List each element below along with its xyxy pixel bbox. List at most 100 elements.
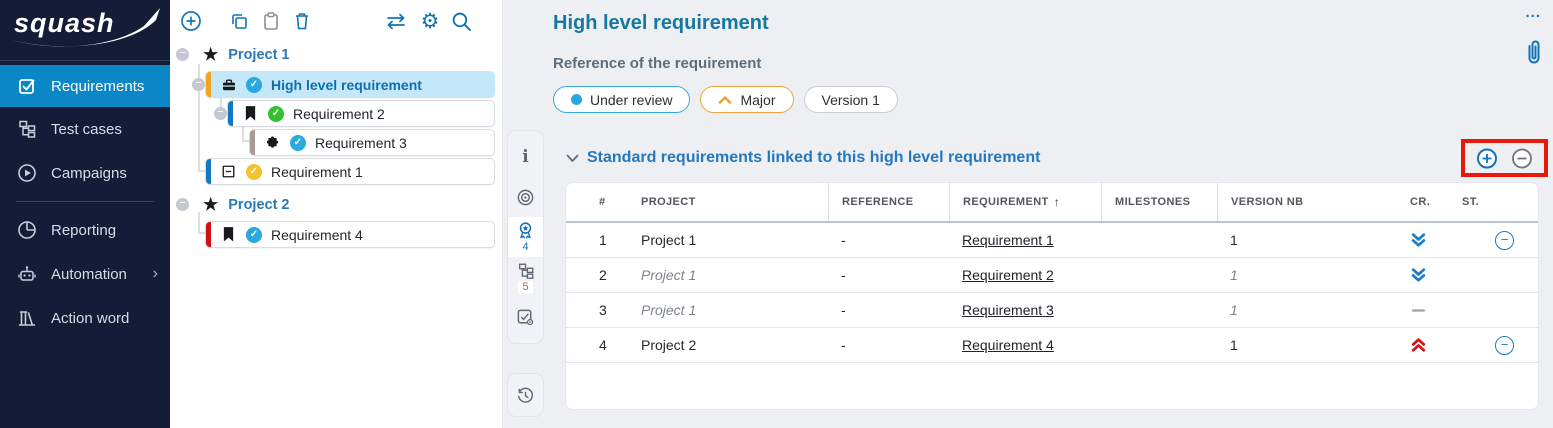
tree-settings-button[interactable]: ⚙ <box>417 8 443 34</box>
status-check-icon: ✓ <box>290 135 306 151</box>
search-icon <box>451 11 472 32</box>
sort-ascending-icon: ↑ <box>1054 195 1060 209</box>
sidebar-item-label: Test cases <box>51 121 122 138</box>
squash-app: squash Requirements Test cases <box>0 0 1553 428</box>
tree-node-requirement-1[interactable]: ✓ Requirement 1 <box>205 158 495 185</box>
collapse-toggle[interactable]: − <box>176 48 189 61</box>
swap-view-button[interactable] <box>383 8 409 34</box>
swap-arrows-icon <box>384 11 408 31</box>
tree-node-high-level-requirement[interactable]: ✓ High level requirement <box>205 71 495 98</box>
criticality-chip-major[interactable]: Major <box>700 86 793 113</box>
chip-label: Major <box>740 92 775 108</box>
chip-label: Under review <box>590 92 672 108</box>
row-project: Project 2 <box>628 337 828 353</box>
ellipsis-icon: ... <box>1525 4 1541 21</box>
status-check-icon: ✓ <box>246 227 262 243</box>
paste-button[interactable] <box>258 8 284 34</box>
award-rosette-icon <box>516 221 535 240</box>
tree-node-label: High level requirement <box>271 77 422 93</box>
sidebar-item-campaigns[interactable]: Campaigns <box>0 151 170 195</box>
status-check-icon: ✓ <box>246 164 262 180</box>
row-version: 1 <box>1217 337 1397 353</box>
sidebar-item-automation[interactable]: Automation › <box>0 252 170 296</box>
row-num: 3 <box>586 302 628 318</box>
requirement-link[interactable]: Requirement 2 <box>962 267 1054 283</box>
status-chip-under-review[interactable]: Under review <box>553 86 690 113</box>
delete-button[interactable] <box>289 8 315 34</box>
sidebar-item-test-cases[interactable]: Test cases <box>0 107 170 151</box>
tree-node-requirement-4[interactable]: ✓ Requirement 4 <box>205 221 495 248</box>
collapse-toggle[interactable]: − <box>214 107 227 120</box>
chevron-up-icon <box>718 95 732 105</box>
tree-node-requirement-2[interactable]: ✓ Requirement 2 <box>227 100 495 127</box>
verifying-test-cases-anchor[interactable]: 4 <box>508 217 543 257</box>
gear-icon: ⚙ <box>421 11 440 32</box>
row-version: 1 <box>1217 267 1397 283</box>
tree-node-label: Requirement 2 <box>293 106 385 122</box>
requirement-detail-panel: High level requirement ... Reference of … <box>503 0 1553 428</box>
target-anchor[interactable] <box>508 177 543 217</box>
automation-robot-icon <box>17 264 37 284</box>
project-color-bar <box>206 222 211 247</box>
tree-node-label: Project 1 <box>228 47 289 63</box>
requirement-link[interactable]: Requirement 4 <box>962 337 1054 353</box>
requirement-link[interactable]: Requirement 3 <box>962 302 1054 318</box>
history-anchor[interactable] <box>508 375 543 415</box>
sidebar-item-requirements[interactable]: Requirements <box>0 65 170 107</box>
coverage-settings-anchor[interactable] <box>508 297 543 337</box>
sidebar-item-action-word[interactable]: Action word <box>0 296 170 340</box>
anchor-rail: i 4 <box>507 130 544 344</box>
requirement-reference: Reference of the requirement <box>553 55 761 72</box>
row-reference: - <box>828 267 949 283</box>
unlink-row-button[interactable]: − <box>1495 231 1514 250</box>
section-collapse-header[interactable]: Standard requirements linked to this hig… <box>566 149 1040 167</box>
tree-search-button[interactable] <box>448 8 474 34</box>
column-header-project[interactable]: PROJECT <box>628 183 828 221</box>
add-node-button[interactable] <box>178 8 204 34</box>
minus-circle-icon <box>1511 147 1533 170</box>
linked-requirements-anchor[interactable]: 5 <box>508 257 543 297</box>
row-version: 1 <box>1217 232 1397 248</box>
sidebar-nav: Requirements Test cases Campaigns <box>0 65 170 340</box>
column-header-reference[interactable]: REFERENCE <box>828 183 949 221</box>
history-clock-icon <box>516 386 535 405</box>
column-header-criticality[interactable]: CR. <box>1397 183 1449 221</box>
plus-circle-icon <box>1476 147 1498 170</box>
version-chip[interactable]: Version 1 <box>804 86 898 113</box>
logo-text: squash <box>14 8 115 38</box>
tree-node-requirement-3[interactable]: ✓ Requirement 3 <box>249 129 495 156</box>
table-header-row: # PROJECT REFERENCE REQUIREMENT ↑ MILEST… <box>566 183 1538 223</box>
column-header-version[interactable]: VERSION NB <box>1217 183 1397 221</box>
anchor-count-badge: 4 <box>522 241 528 253</box>
information-anchor[interactable]: i <box>508 137 543 177</box>
copy-button[interactable] <box>226 8 252 34</box>
requirement-link[interactable]: Requirement 1 <box>962 232 1054 248</box>
tree-node-project-1[interactable]: ★ Project 1 <box>203 45 290 65</box>
criticality-critical-icon <box>1397 337 1449 354</box>
column-header-status[interactable]: ST. <box>1449 183 1495 221</box>
row-project: Project 1 <box>628 232 828 248</box>
criticality-undefined-icon <box>1397 302 1449 319</box>
collapse-toggle[interactable]: − <box>176 198 189 211</box>
tree-node-project-2[interactable]: ★ Project 2 <box>203 195 290 215</box>
table-row: 4 Project 2 - Requirement 4 1 − <box>566 328 1538 363</box>
remove-linked-requirement-button[interactable] <box>1511 147 1533 169</box>
tree-link-icon <box>517 262 535 280</box>
collapse-toggle[interactable]: − <box>192 78 205 91</box>
criticality-minor-icon <box>1397 267 1449 284</box>
column-header-milestones[interactable]: MILESTONES <box>1101 183 1217 221</box>
add-linked-requirement-button[interactable] <box>1476 147 1498 169</box>
sidebar-item-reporting[interactable]: Reporting <box>0 208 170 252</box>
project-star-icon: ★ <box>203 45 218 65</box>
tree-toolbar: ⚙ <box>170 6 502 38</box>
table-row: 2 Project 1 - Requirement 2 1 <box>566 258 1538 293</box>
column-header-num[interactable]: # <box>586 183 628 221</box>
attachments-button[interactable] <box>1523 38 1545 73</box>
row-reference: - <box>828 302 949 318</box>
unlink-row-button[interactable]: − <box>1495 336 1514 355</box>
more-options-button[interactable]: ... <box>1525 4 1541 21</box>
column-header-requirement[interactable]: REQUIREMENT ↑ <box>949 183 1101 221</box>
project-color-bar <box>206 159 211 184</box>
requirement-folder-minus-icon <box>220 164 237 179</box>
status-check-icon: ✓ <box>246 77 262 93</box>
